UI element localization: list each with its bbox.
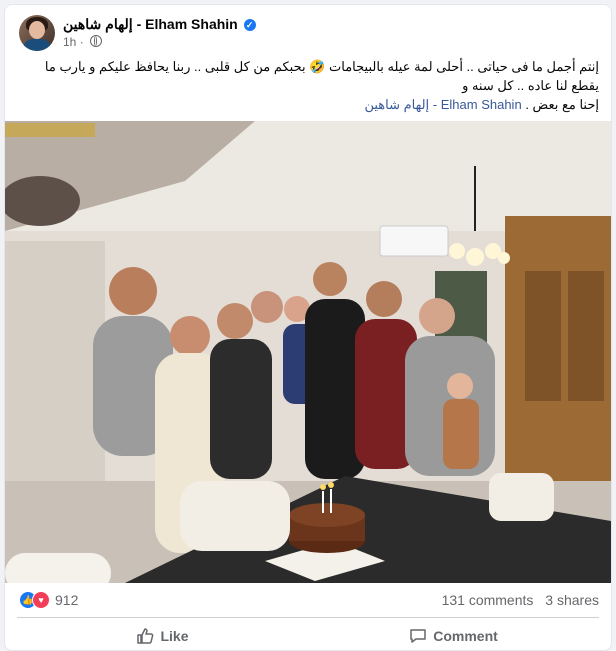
- author-name-text[interactable]: إلهام شاهين - Elham Shahin: [63, 16, 238, 32]
- verified-badge-icon: ✓: [243, 19, 256, 31]
- post-photo[interactable]: [5, 121, 611, 583]
- post-text: إنتم أجمل ما فى حياتى .. أحلى لمة عيله ب…: [17, 57, 599, 114]
- like-button[interactable]: Like: [17, 623, 308, 649]
- comment-button[interactable]: Comment: [308, 623, 599, 649]
- post-time[interactable]: 1h: [63, 35, 76, 49]
- comment-label: Comment: [433, 628, 498, 644]
- thumbs-up-icon: [137, 628, 154, 644]
- post-actions: Like Comment: [17, 623, 599, 649]
- post-text-line-2-text: إحنا مع بعض .: [525, 97, 599, 112]
- post-text-line-1: إنتم أجمل ما فى حياتى .. أحلى لمة عيله ب…: [44, 59, 599, 93]
- comments-count[interactable]: 131 comments: [442, 592, 534, 608]
- post-meta: 1h ·: [63, 35, 103, 49]
- engagement-stats: 131 comments 3 shares: [434, 592, 599, 608]
- post-header: إلهام شاهين - Elham Shahin ✓ 1h ·: [17, 15, 599, 55]
- post-text-line-2: إحنا مع بعض . Elham Shahin - إلهام شاهين: [17, 95, 599, 114]
- dot-separator: ·: [79, 35, 84, 49]
- comment-bubble-icon: [410, 629, 426, 643]
- author-avatar[interactable]: [19, 15, 55, 51]
- like-label: Like: [160, 628, 189, 644]
- post-card: إلهام شاهين - Elham Shahin ✓ 1h · إنتم أ…: [4, 4, 612, 651]
- shares-count[interactable]: 3 shares: [545, 592, 599, 608]
- love-icon: ♥: [32, 591, 50, 609]
- actions-divider: [17, 617, 599, 618]
- reaction-count[interactable]: 912: [55, 592, 78, 608]
- author-name[interactable]: إلهام شاهين - Elham Shahin ✓: [63, 16, 256, 33]
- family-photo-illustration: [5, 121, 611, 583]
- tagged-page-link[interactable]: Elham Shahin - إلهام شاهين: [364, 97, 521, 112]
- globe-icon[interactable]: [90, 35, 103, 47]
